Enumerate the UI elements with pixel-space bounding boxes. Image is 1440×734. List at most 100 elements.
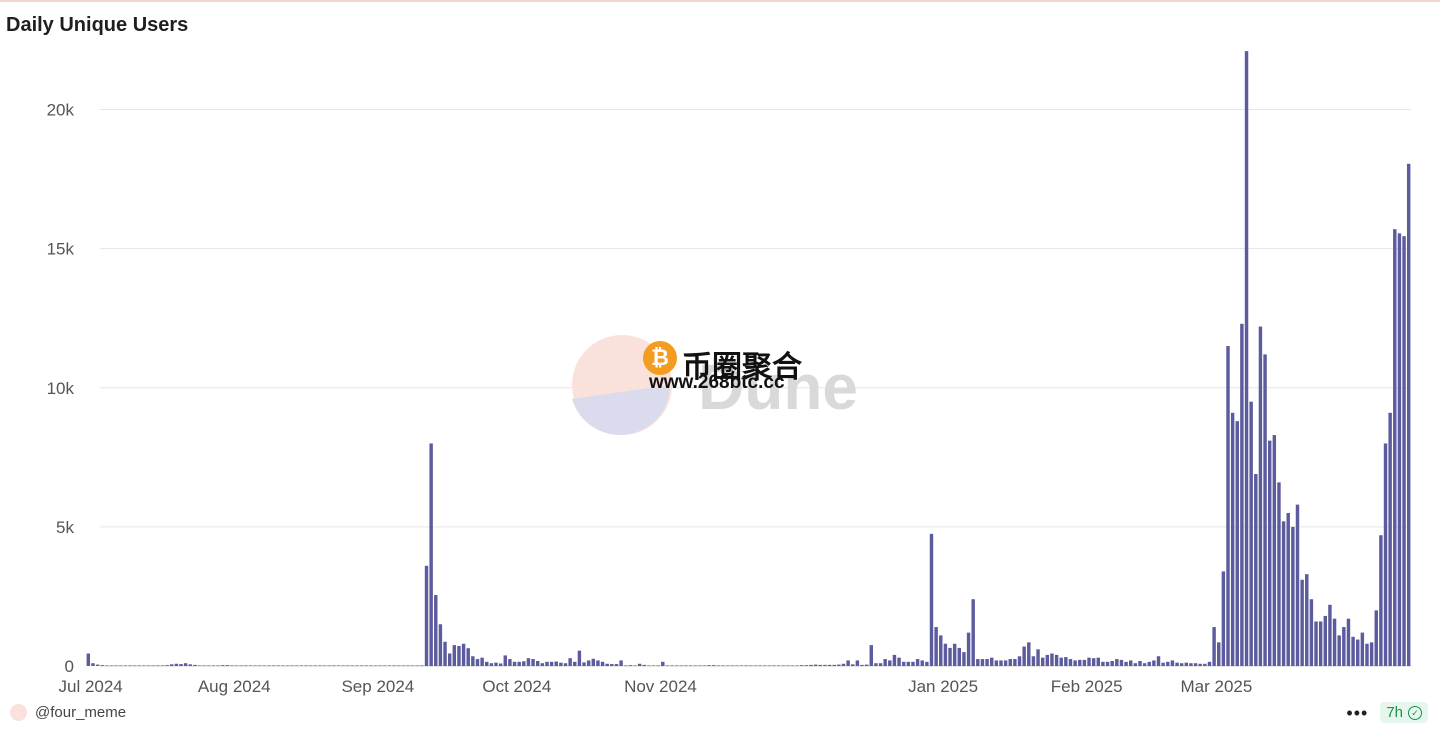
bar xyxy=(688,665,693,667)
bar xyxy=(313,665,318,667)
bar xyxy=(1309,599,1314,666)
bar xyxy=(494,662,498,666)
bar xyxy=(304,665,308,667)
bar xyxy=(1013,659,1017,666)
bar xyxy=(837,664,841,666)
bar xyxy=(874,663,878,666)
bar xyxy=(1318,621,1323,666)
bar xyxy=(485,661,489,666)
bar xyxy=(1040,657,1045,666)
bar xyxy=(827,664,832,666)
bar xyxy=(1393,229,1397,667)
bar xyxy=(1337,635,1341,666)
bar xyxy=(679,665,684,667)
bar xyxy=(114,665,118,667)
bar xyxy=(406,665,410,667)
bar xyxy=(786,665,790,667)
bar xyxy=(146,665,151,667)
y-tick-label: 10k xyxy=(47,379,75,398)
bar xyxy=(86,653,91,666)
bar xyxy=(1170,660,1175,666)
bar xyxy=(1244,51,1249,666)
bar xyxy=(475,659,480,666)
bar xyxy=(1161,662,1165,666)
bar xyxy=(1059,657,1063,666)
bar xyxy=(800,665,804,666)
bar xyxy=(656,665,660,667)
bar xyxy=(596,660,600,666)
bar xyxy=(721,665,725,667)
bar xyxy=(1277,482,1281,666)
bar xyxy=(429,443,433,666)
bar xyxy=(160,665,165,667)
bar xyxy=(244,665,248,667)
bar xyxy=(1124,661,1128,666)
bar xyxy=(1119,659,1124,666)
bar xyxy=(503,655,507,666)
bar xyxy=(1379,535,1383,666)
bar xyxy=(346,665,350,667)
bar xyxy=(132,665,137,667)
bar xyxy=(299,665,304,667)
bar xyxy=(438,624,443,666)
bar xyxy=(892,654,897,666)
x-tick-label: Aug 2024 xyxy=(198,677,271,696)
bar xyxy=(809,664,813,666)
bar xyxy=(712,665,716,666)
bar xyxy=(790,665,795,667)
bar xyxy=(1305,574,1309,666)
bar xyxy=(169,664,174,666)
bar xyxy=(1286,512,1290,666)
bar xyxy=(735,665,739,667)
bar xyxy=(1184,662,1189,666)
bar xyxy=(364,665,369,667)
bar xyxy=(378,665,382,667)
bar xyxy=(985,659,989,666)
y-tick-label: 20k xyxy=(47,101,75,120)
bar xyxy=(1374,610,1378,666)
bar xyxy=(350,665,355,667)
bar xyxy=(1198,663,1202,666)
more-options-icon[interactable]: ••• xyxy=(1346,704,1368,722)
bar xyxy=(804,665,809,666)
bar xyxy=(772,665,776,667)
x-tick-label: Jan 2025 xyxy=(908,677,978,696)
bar xyxy=(142,665,146,667)
bar xyxy=(267,665,271,667)
bar xyxy=(725,665,730,667)
bar xyxy=(522,661,526,666)
bar xyxy=(1179,663,1184,666)
refresh-badge[interactable]: 7h ✓ xyxy=(1380,702,1428,723)
bar xyxy=(1087,657,1091,666)
author-name: @four_meme xyxy=(35,704,127,721)
bar xyxy=(253,665,257,667)
bar xyxy=(1110,660,1114,666)
bar xyxy=(535,660,540,666)
author[interactable]: @four_meme xyxy=(10,704,126,721)
bar xyxy=(369,665,373,667)
bar xyxy=(1017,656,1022,666)
bar xyxy=(262,665,267,667)
bar xyxy=(647,665,651,667)
x-tick-label: Feb 2025 xyxy=(1051,677,1123,696)
bar xyxy=(1193,663,1198,666)
bar xyxy=(818,664,823,666)
bar xyxy=(1054,654,1059,666)
bar xyxy=(193,664,197,666)
bar xyxy=(258,665,262,667)
bar xyxy=(633,665,637,667)
bar xyxy=(1147,661,1151,666)
bar xyxy=(230,665,234,667)
bar xyxy=(1323,615,1328,666)
bar xyxy=(920,660,924,666)
bar xyxy=(1217,642,1221,666)
bar xyxy=(749,665,753,667)
bar xyxy=(925,661,929,666)
bar xyxy=(1397,233,1402,666)
bar xyxy=(624,665,628,667)
bar xyxy=(1360,632,1365,666)
bar xyxy=(281,665,285,667)
bar xyxy=(109,665,114,667)
bar xyxy=(795,665,799,667)
bar xyxy=(480,657,484,666)
